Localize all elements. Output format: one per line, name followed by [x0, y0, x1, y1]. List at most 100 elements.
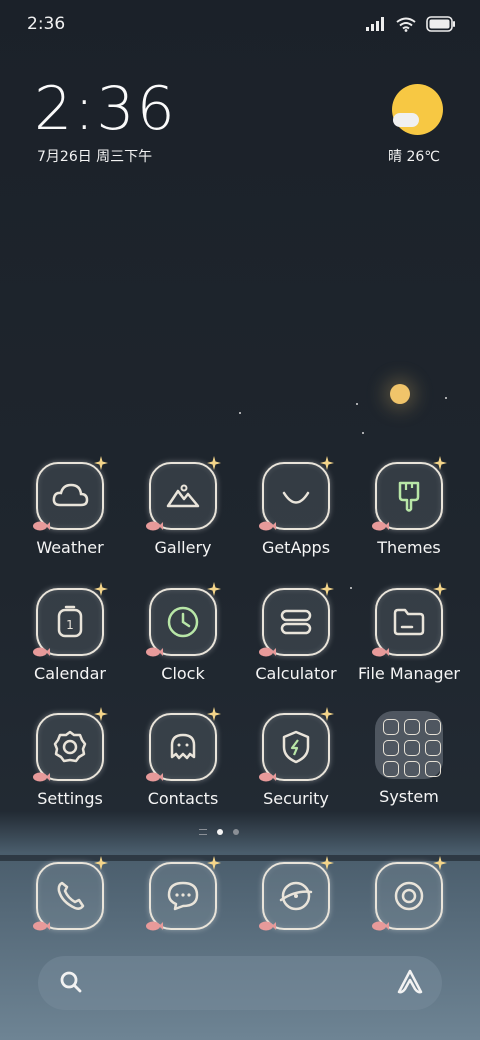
sparkle-icon: [320, 582, 334, 596]
contacts-icon: [170, 733, 196, 760]
clock-widget-date[interactable]: 7月26日 周三下午: [37, 146, 152, 166]
app-themes-icon-frame[interactable]: [372, 456, 447, 531]
folder-system[interactable]: System: [352, 711, 466, 806]
weather-widget-text[interactable]: 晴 26℃: [388, 146, 440, 166]
dock-messages[interactable]: [126, 856, 240, 931]
app-file-manager[interactable]: File Manager: [352, 582, 466, 683]
clock-widget-time[interactable]: 2:36: [34, 74, 177, 144]
app-file-manager-icon-frame[interactable]: [372, 582, 447, 657]
app-label: System: [379, 787, 439, 806]
app-contacts[interactable]: Contacts: [126, 707, 240, 808]
wifi-icon: [396, 17, 416, 32]
sparkle-icon: [94, 856, 108, 870]
star-decoration: [356, 403, 358, 405]
brush-icon: [398, 481, 420, 512]
app-gallery-icon-frame[interactable]: [146, 456, 221, 531]
star-decoration: [362, 432, 364, 434]
fish-icon: [33, 921, 50, 931]
sparkle-icon: [207, 707, 221, 721]
assistant-icon[interactable]: [396, 968, 424, 996]
app-clock[interactable]: Clock: [126, 582, 240, 683]
search-icon[interactable]: [59, 970, 83, 994]
dock-camera-icon-frame[interactable]: [372, 856, 447, 931]
fish-icon: [146, 772, 163, 782]
mountain-icon: [166, 484, 200, 508]
fish-icon: [259, 772, 276, 782]
sparkle-icon: [207, 456, 221, 470]
dock-browser[interactable]: [239, 856, 353, 931]
app-calculator[interactable]: Calculator: [239, 582, 353, 683]
dock-browser-icon-frame[interactable]: [259, 856, 334, 931]
sparkle-icon: [433, 456, 447, 470]
mini-app-icon: [425, 740, 441, 756]
app-security[interactable]: Security: [239, 707, 353, 808]
app-weather[interactable]: Weather: [13, 456, 127, 557]
page-dot: [233, 829, 239, 835]
cloud-icon: [393, 113, 419, 127]
fish-icon: [33, 647, 50, 657]
fish-icon: [146, 521, 163, 531]
sparkle-icon: [320, 856, 334, 870]
gear-icon: [53, 730, 87, 763]
battery-icon: [426, 16, 455, 32]
mini-app-icon: [383, 719, 399, 735]
moon-decoration: [390, 384, 410, 404]
fish-icon: [372, 921, 389, 931]
phone-icon: [57, 881, 85, 910]
calendar-icon: 1: [57, 605, 83, 638]
status-icons: [366, 14, 456, 34]
app-calculator-icon-frame[interactable]: [259, 582, 334, 657]
app-security-icon-frame[interactable]: [259, 707, 334, 782]
mini-app-icon: [404, 761, 420, 777]
app-label: Clock: [161, 664, 205, 683]
mini-app-icon: [383, 740, 399, 756]
app-calendar-icon-frame[interactable]: 1: [33, 582, 108, 657]
messages-icon: [167, 881, 199, 911]
dock-phone-icon-frame[interactable]: [33, 856, 108, 931]
fish-icon: [146, 921, 163, 931]
app-settings-icon-frame[interactable]: [33, 707, 108, 782]
app-getapps[interactable]: GetApps: [239, 456, 353, 557]
app-label: Themes: [377, 538, 441, 557]
mini-app-icon: [383, 761, 399, 777]
dock-camera[interactable]: [352, 856, 466, 931]
sparkle-icon: [433, 582, 447, 596]
dock-messages-icon-frame[interactable]: [146, 856, 221, 931]
app-settings[interactable]: Settings: [13, 707, 127, 808]
app-getapps-icon-frame[interactable]: [259, 456, 334, 531]
mini-app-icon: [425, 761, 441, 777]
app-contacts-icon-frame[interactable]: [146, 707, 221, 782]
sparkle-icon: [207, 582, 221, 596]
calendar-day: 1: [66, 618, 74, 632]
app-label: Security: [263, 789, 329, 808]
page-indicator-list-icon: [199, 829, 207, 835]
search-bar[interactable]: [38, 956, 442, 1010]
dock-phone[interactable]: [13, 856, 127, 931]
app-clock-icon-frame[interactable]: [146, 582, 221, 657]
star-decoration: [445, 397, 447, 399]
app-label: File Manager: [358, 664, 460, 683]
app-weather-icon-frame[interactable]: [33, 456, 108, 531]
fish-icon: [146, 647, 163, 657]
sparkle-icon: [320, 707, 334, 721]
smile-icon: [282, 491, 310, 504]
app-gallery[interactable]: Gallery: [126, 456, 240, 557]
app-calendar[interactable]: 1 Calendar: [13, 582, 127, 683]
app-label: Contacts: [147, 789, 219, 808]
camera-icon: [394, 881, 424, 911]
sparkle-icon: [94, 707, 108, 721]
app-label: Settings: [37, 789, 103, 808]
sun-icon[interactable]: [392, 84, 443, 135]
fish-icon: [259, 921, 276, 931]
page-indicator[interactable]: [199, 829, 239, 835]
app-themes[interactable]: Themes: [352, 456, 466, 557]
horizon-decoration: [0, 855, 480, 861]
sparkle-icon: [433, 856, 447, 870]
folder-grid-icon[interactable]: [375, 711, 443, 779]
page-dot-active: [217, 829, 223, 835]
sparkle-icon: [94, 582, 108, 596]
browser-icon: [279, 881, 313, 911]
app-label: Gallery: [154, 538, 212, 557]
sparkle-icon: [94, 456, 108, 470]
fish-icon: [33, 772, 50, 782]
